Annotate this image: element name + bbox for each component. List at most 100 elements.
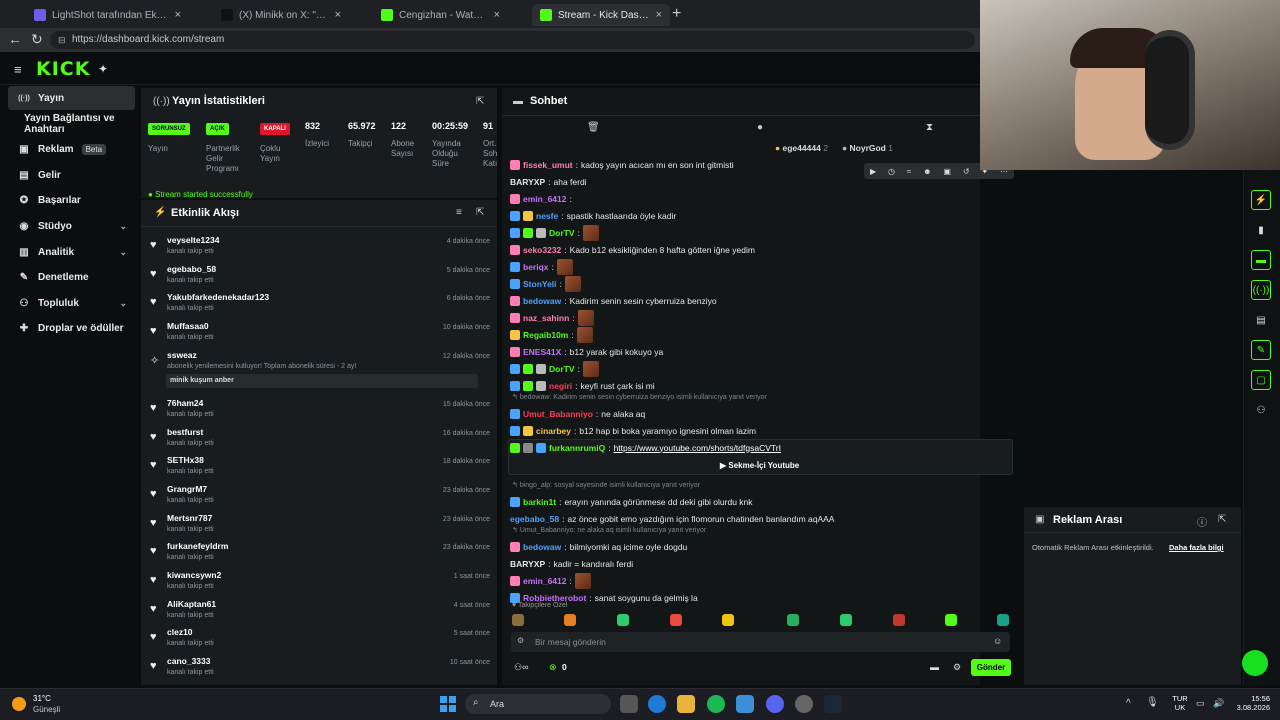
emote-icon[interactable] [670,614,682,626]
sidebar-item[interactable]: Yayın Bağlantısı ve Anahtarı [8,112,135,136]
emote-icon[interactable] [617,614,629,626]
ad-icon[interactable]: ▤ [1251,310,1271,330]
activity-user[interactable]: veyselte1234 [167,235,219,245]
chat-username[interactable]: seko3232 [523,245,561,255]
activity-user[interactable]: 76ham24 [167,398,203,408]
edge-icon[interactable] [648,695,666,713]
activity-user[interactable]: AliKaptan61 [167,599,216,609]
activity-user[interactable]: kiwancsywn2 [167,570,221,580]
chat-username[interactable]: barkin1t [523,497,556,507]
close-icon[interactable]: × [494,9,500,21]
site-info-icon[interactable]: ⊟ [58,35,66,46]
window-icon[interactable]: ▢ [1251,370,1271,390]
windows-start-icon[interactable] [440,696,456,712]
sidebar-item[interactable]: ◉ Stüdyo ⌄ [8,214,135,238]
chat-username[interactable]: emin_6412 [523,576,566,586]
emote-icon[interactable] [512,614,524,626]
sidebar-item[interactable]: ▤ Gelir [8,163,135,187]
sidebar-item[interactable]: ▣ Reklam Beta [8,137,135,161]
keyboard-lang[interactable]: TUR UK [1169,694,1191,712]
steam-icon[interactable] [824,695,842,713]
sidebar-item[interactable]: ▥ Analitik ⌄ [8,240,135,264]
popout-icon[interactable]: ⇱ [476,96,484,107]
url-bar[interactable]: https://dashboard.kick.com/stream [50,31,975,49]
chat-username[interactable]: negiri [549,381,572,391]
new-tab-button[interactable]: + [672,5,681,23]
taskbar-search[interactable] [465,694,611,714]
info-icon[interactable]: ⓘ [1197,514,1207,529]
activity-user[interactable]: SETHx38 [167,455,204,465]
app-icon[interactable] [736,695,754,713]
chat-username[interactable]: bedowaw [523,296,561,306]
chat-username[interactable]: egebabo_58 [510,514,559,524]
emote-icon[interactable] [787,614,799,626]
activity-item[interactable]: ♥ furkanefeyldrm kanalı takip etti 23 dakik… [148,539,492,568]
chat-username[interactable]: Regaib10m [523,330,568,340]
chevron-down-icon[interactable]: ⌄ [119,247,127,258]
users-icon[interactable]: ⚇ [1251,400,1271,420]
users-icon[interactable]: ⚇∞ [514,662,528,673]
activity-item[interactable]: ♥ Mertsnr787 kanalı takip etti 23 dakika ön… [148,511,492,540]
hourglass-icon[interactable]: ⧗ [926,122,933,133]
chat-username[interactable]: Umut_Babanniyo [523,409,593,419]
chevron-up-icon[interactable]: ^ [1126,698,1131,709]
bolt-icon[interactable]: ⚡ [1251,190,1271,210]
spotify-icon[interactable] [707,695,725,713]
activity-item[interactable]: ♥ AliKaptan61 kanalı takip etti 4 saat önce [148,597,492,626]
emote-icon[interactable] [840,614,852,626]
activity-item[interactable]: ♥ GrangrM7 kanalı takip etti 23 dakika önce [148,482,492,511]
chat-username[interactable]: ENES41X [523,347,561,357]
chat-username[interactable]: nesfe [536,211,558,221]
popout-icon[interactable]: ⇱ [1218,514,1226,525]
chevron-down-icon[interactable]: ⌄ [119,221,127,232]
activity-item[interactable]: ♥ bestfurst kanalı takip etti 16 dakika önc… [148,425,492,454]
activity-item[interactable]: ✧ ssweaz abonelik yenilemesini kutluyor! T… [148,348,492,396]
chat-username[interactable]: StonYeli [523,279,557,289]
activity-user[interactable]: Mertsnr787 [167,513,212,523]
activity-user[interactable]: ssweaz [167,350,197,360]
popout-icon[interactable]: ⇱ [476,207,484,218]
activity-item[interactable]: ♥ Yakubfarkedenekadar123 kanalı takip etti… [148,290,492,319]
pinned-user[interactable]: ● ege44444 2 [775,143,828,153]
sidebar-item[interactable]: ✪ Başarılar [8,188,135,212]
chat-username[interactable]: beriqx [523,262,549,272]
volume-icon[interactable]: 🔊 [1213,698,1224,709]
emote-icon[interactable] [564,614,576,626]
close-icon[interactable]: × [335,9,341,21]
message-icon[interactable]: ● [757,122,763,133]
activity-user[interactable]: egebabo_58 [167,264,216,274]
emoji-icon[interactable]: ☺ [993,636,1002,646]
chat-username[interactable]: furkannrumiQ [549,443,605,453]
trash-icon[interactable]: 🗑 [587,122,600,133]
chat-username[interactable]: DorTV [549,364,575,374]
sidebar-item[interactable]: ✚ Droplar ve ödüller [8,316,135,340]
chat-username[interactable]: emin_6412 [523,194,566,204]
youtube-embed-button[interactable]: ▶ Sekme-İçi Youtube [720,461,799,470]
chat-username[interactable]: BARYXP [510,559,545,569]
chat-bubble-icon[interactable]: ▬ [930,662,939,672]
chat-username[interactable]: BARYXP [510,177,545,187]
app-icon[interactable] [795,695,813,713]
close-icon[interactable]: × [656,9,662,21]
settings-icon[interactable]: ⚙ [953,662,961,673]
discord-icon[interactable] [766,695,784,713]
chat-link[interactable]: https://www.youtube.com/shorts/tdfgsaCVT… [614,443,781,453]
activity-item[interactable]: ♥ cano_3333 kanalı takip etti 10 saat önce [148,654,492,683]
sidebar-item[interactable]: ⚇ Topluluk ⌄ [8,291,135,315]
folder-icon[interactable] [677,695,695,713]
pinned-user[interactable]: ● NoyrGod 1 [842,143,893,153]
browser-tab[interactable]: Cengizhan - Watch clips on Kick × [373,4,508,26]
close-icon[interactable]: × [175,9,181,21]
kick-logo[interactable]: KICK [36,58,90,80]
activity-user[interactable]: cano_3333 [167,656,210,666]
back-icon[interactable]: ← [8,31,22,47]
activity-user[interactable]: clez10 [167,627,193,637]
chat-settings-icon[interactable]: ⚙ [517,636,524,645]
chat-username[interactable]: Robbietherobot [523,593,586,603]
sidebar-item[interactable]: ((·)) Yayın [8,86,135,110]
browser-tab[interactable]: LightShot tarafından Ekran Görüntü × [26,4,189,26]
activity-user[interactable]: bestfurst [167,427,203,437]
wrench-icon[interactable]: ✎ [1251,340,1271,360]
pin-icon[interactable]: ✦ [98,62,108,76]
activity-user[interactable]: Muffasaa0 [167,321,209,331]
